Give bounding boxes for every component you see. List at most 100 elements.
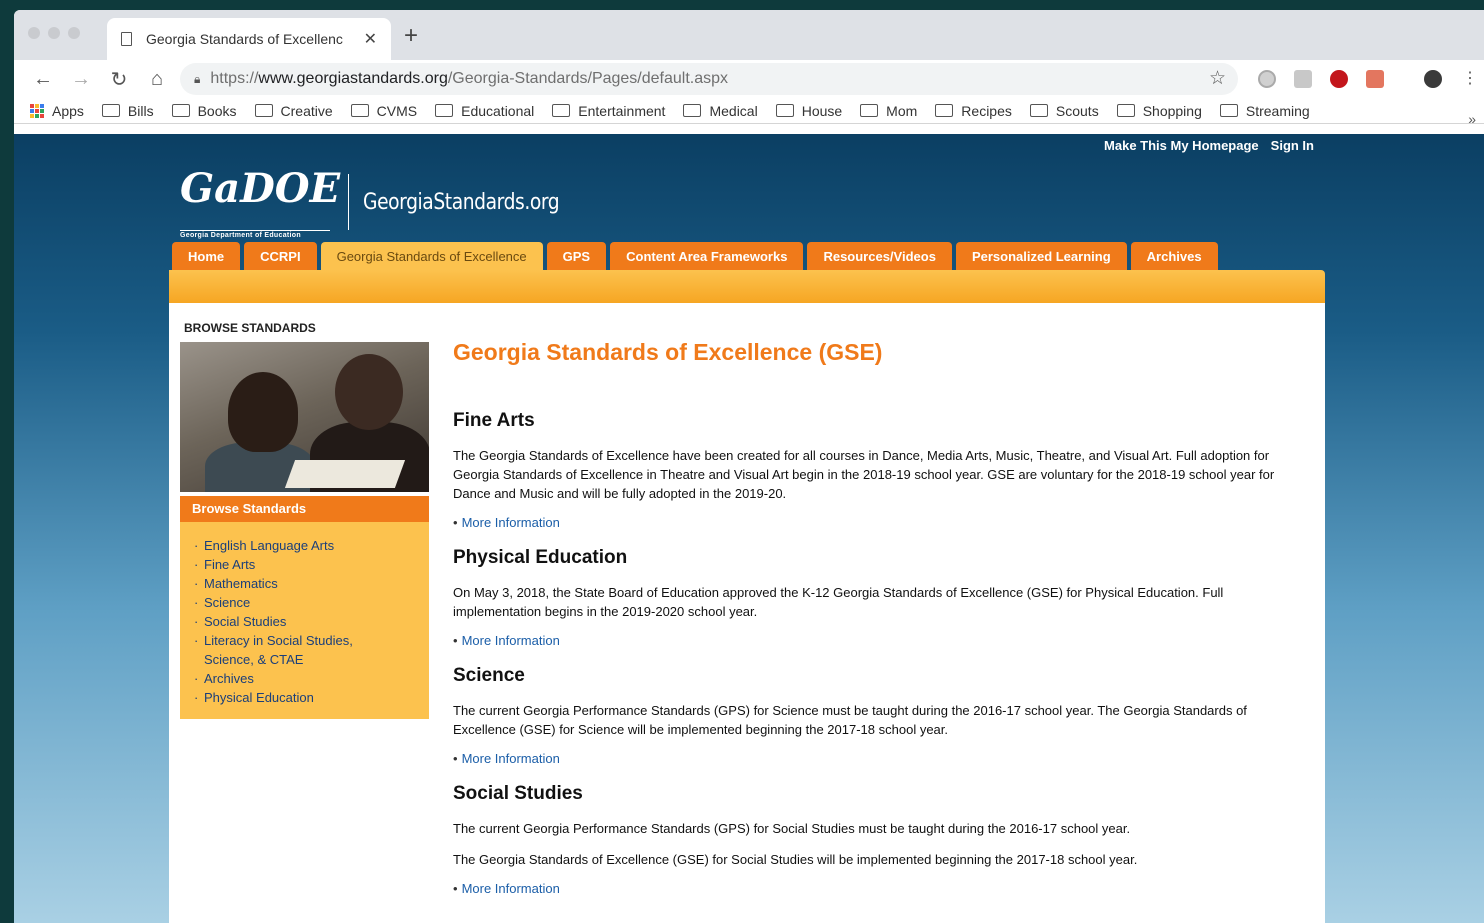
browse-item-physical-education[interactable]: Physical Education	[192, 688, 419, 707]
folder-icon	[860, 104, 879, 117]
make-homepage-link[interactable]: Make This My Homepage	[1104, 138, 1259, 153]
browser-toolbar: ← → ↻ ⌂ 🔒︎ https://www.georgiastandards.…	[14, 60, 1484, 98]
browse-item-fine-arts[interactable]: Fine Arts	[192, 555, 419, 574]
nav-tab-resources-videos[interactable]: Resources/Videos	[807, 242, 952, 270]
web-page: Make This My Homepage Sign In GaDOE Geor…	[14, 134, 1484, 923]
content-panel: BROWSE STANDARDS Browse Standards Englis…	[169, 303, 1325, 923]
close-tab-icon[interactable]: ✕	[364, 29, 377, 49]
bookmark-recipes[interactable]: Recipes	[935, 103, 1012, 119]
browse-item-english-language-arts[interactable]: English Language Arts	[192, 536, 419, 555]
folder-icon	[1029, 104, 1048, 117]
more-information-link-social-studies[interactable]: • More Information	[453, 881, 1303, 896]
section-paragraph: The Georgia Standards of Excellence (GSE…	[453, 852, 1138, 867]
section-paragraph: On May 3, 2018, the State Board of Educa…	[453, 585, 1224, 619]
address-bar[interactable]: 🔒︎ https://www.georgiastandards.org/Geor…	[180, 63, 1238, 95]
bookmark-cvms[interactable]: CVMS	[350, 103, 417, 119]
reload-icon[interactable]: ↻	[100, 67, 138, 92]
bookmark-medical[interactable]: Medical	[683, 103, 758, 119]
folder-icon	[552, 104, 571, 117]
nav-subbar	[169, 270, 1325, 303]
extension-circle-icon[interactable]	[1258, 70, 1276, 88]
bookmark-educational[interactable]: Educational	[435, 103, 534, 119]
folder-icon	[254, 104, 273, 117]
bookmark-streaming[interactable]: Streaming	[1219, 103, 1310, 119]
forward-icon[interactable]: →	[62, 68, 100, 91]
sign-in-link[interactable]: Sign In	[1271, 138, 1314, 153]
logo-divider	[348, 174, 349, 230]
browse-item-social-studies[interactable]: Social Studies	[192, 612, 419, 631]
folder-icon	[1219, 104, 1238, 117]
maximize-window-button[interactable]	[68, 27, 80, 39]
section-heading-physical-education: Physical Education	[453, 547, 628, 568]
bookmarks-bar: Apps Bills Books Creative CVMS Educational En…	[14, 98, 1484, 124]
tab-strip: Georgia Standards of Excellenc ✕ +	[14, 10, 1484, 60]
bookmark-shopping[interactable]: Shopping	[1116, 103, 1202, 119]
bookmark-creative[interactable]: Creative	[254, 103, 333, 119]
nav-tab-content-area-frameworks[interactable]: Content Area Frameworks	[610, 242, 804, 270]
nav-tab-gps[interactable]: GPS	[546, 242, 607, 270]
browse-item-archives[interactable]: Archives	[192, 669, 419, 688]
folder-icon	[935, 104, 954, 117]
bookmark-star-icon[interactable]: ☆	[1209, 67, 1226, 90]
section-heading-fine-arts: Fine Arts	[453, 410, 535, 431]
close-window-button[interactable]	[28, 27, 40, 39]
adblock-icon[interactable]	[1330, 70, 1348, 88]
home-icon[interactable]: ⌂	[138, 68, 176, 91]
browse-item-science-ctae[interactable]: Science, & CTAE	[192, 650, 419, 669]
back-icon[interactable]: ←	[24, 68, 62, 91]
more-information-link-physical-education[interactable]: • More Information	[453, 633, 1303, 648]
section-paragraph: The current Georgia Performance Standard…	[453, 703, 1247, 737]
more-information-link-fine-arts[interactable]: • More Information	[453, 515, 1303, 530]
browse-standards-list: English Language ArtsFine ArtsMathematic…	[180, 522, 429, 719]
url-text: https://www.georgiastandards.org/Georgia…	[210, 70, 729, 87]
extension-badge-icon[interactable]	[1366, 70, 1384, 88]
section-paragraph: The current Georgia Performance Standard…	[453, 821, 1131, 836]
site-header: GaDOE Georgia Department of Education Ge…	[180, 162, 594, 242]
browse-item-literacy-in-social-studies[interactable]: Literacy in Social Studies,	[192, 631, 419, 650]
bullet-icon: •	[453, 751, 458, 766]
browse-item-mathematics[interactable]: Mathematics	[192, 574, 419, 593]
page-title: Georgia Standards of Excellence (GSE)	[453, 339, 883, 365]
browse-standards-title: Browse Standards	[180, 496, 429, 522]
browser-tab[interactable]: Georgia Standards of Excellenc ✕	[107, 18, 391, 60]
extension-tool-icon[interactable]	[1294, 70, 1312, 88]
bookmark-scouts[interactable]: Scouts	[1029, 103, 1099, 119]
folder-icon	[435, 104, 454, 117]
section-paragraph: The Georgia Standards of Excellence have…	[453, 448, 1275, 501]
more-information-link-science[interactable]: • More Information	[453, 751, 1303, 766]
bookmark-bills[interactable]: Bills	[101, 103, 154, 119]
bookmark-house[interactable]: House	[775, 103, 842, 119]
more-bookmarks-chevron-icon[interactable]: »	[1468, 111, 1476, 127]
nav-tab-ccrpi[interactable]: CCRPI	[244, 242, 317, 270]
new-tab-button[interactable]: +	[404, 22, 418, 50]
bookmark-apps[interactable]: Apps	[30, 103, 84, 119]
tab-title: Georgia Standards of Excellenc	[146, 31, 343, 47]
bookmark-mom[interactable]: Mom	[860, 103, 917, 119]
browser-window: Georgia Standards of Excellenc ✕ + ← → ↻…	[14, 10, 1484, 923]
lock-icon: 🔒︎	[194, 71, 201, 86]
menu-kebab-icon[interactable]: ⋮	[1462, 68, 1478, 87]
bookmark-entertainment[interactable]: Entertainment	[552, 103, 665, 119]
main-content: Georgia Standards of Excellence (GSE) Fi…	[453, 339, 1303, 913]
folder-icon	[101, 104, 120, 117]
bullet-icon: •	[453, 515, 458, 530]
nav-tab-archives[interactable]: Archives	[1130, 242, 1218, 270]
profile-avatar-icon[interactable]	[1424, 70, 1442, 88]
browse-item-science[interactable]: Science	[192, 593, 419, 612]
nav-tab-personalized-learning[interactable]: Personalized Learning	[955, 242, 1127, 270]
gadoe-logo[interactable]: GaDOE Georgia Department of Education	[180, 165, 340, 239]
nav-tab-home[interactable]: Home	[172, 242, 241, 270]
bullet-icon: •	[453, 881, 458, 896]
bookmark-books[interactable]: Books	[171, 103, 237, 119]
apps-grid-icon	[30, 103, 44, 118]
page-icon	[121, 32, 132, 46]
nav-tab-georgia-standards-of-excellence[interactable]: Georgia Standards of Excellence	[320, 242, 543, 270]
minimize-window-button[interactable]	[48, 27, 60, 39]
section-heading-science: Science	[453, 665, 525, 686]
sidebar-heading: BROWSE STANDARDS	[184, 321, 316, 335]
bullet-icon: •	[453, 633, 458, 648]
site-name[interactable]: GeorgiaStandards.org	[363, 190, 560, 215]
top-links: Make This My Homepage Sign In	[1104, 138, 1314, 153]
folder-icon	[1116, 104, 1135, 117]
folder-icon	[350, 104, 369, 117]
